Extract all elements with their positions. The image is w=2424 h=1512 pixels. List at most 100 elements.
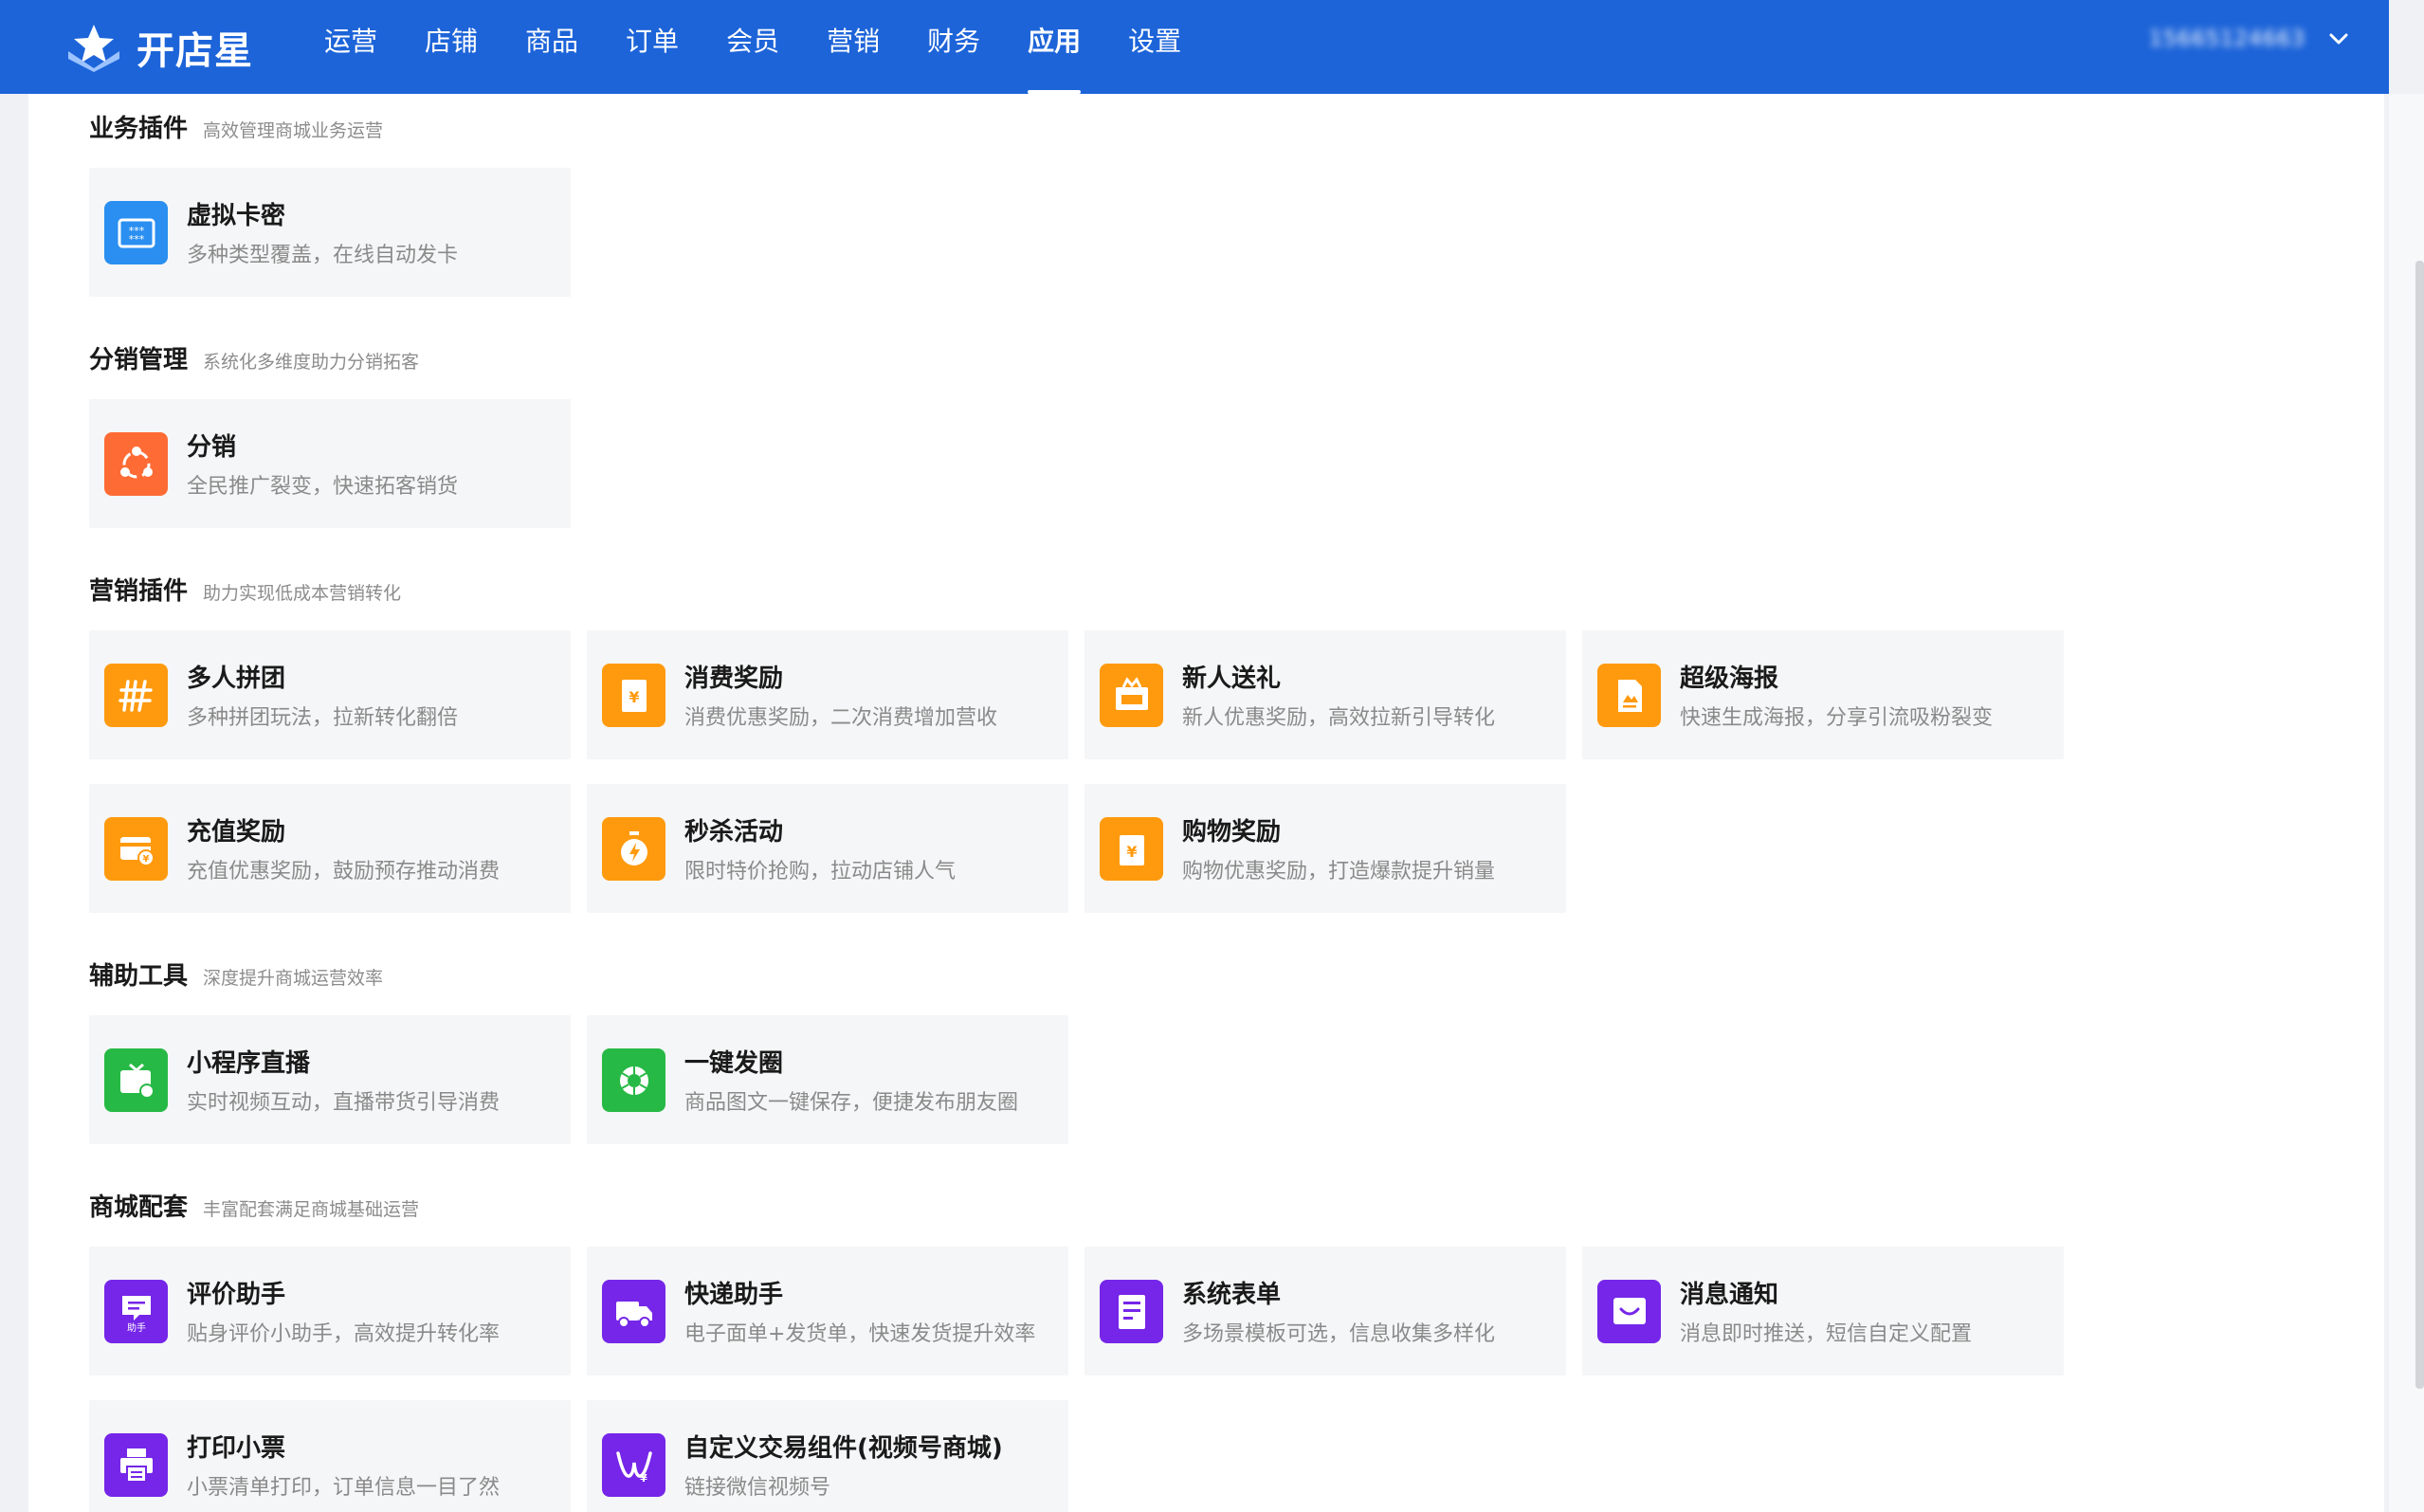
card-new-gift[interactable]: 新人送礼 新人优惠奖励，高效拉新引导转化 <box>1084 630 1566 759</box>
poster-icon <box>1597 664 1661 727</box>
logo-icon <box>68 25 119 72</box>
card-title: 自定义交易组件(视频号商城) <box>684 1434 1003 1463</box>
main-nav: 运营 店铺 商品 订单 会员 营销 财务 应用 设置 <box>324 0 1229 94</box>
card-desc: 链接微信视频号 <box>684 1476 831 1500</box>
card-title: 一键发圈 <box>684 1049 784 1078</box>
card-title: 快递助手 <box>684 1281 784 1309</box>
section-subtitle: 系统化多维度助力分销拓客 <box>203 352 420 373</box>
card-desc: 多场景模板可选，信息收集多样化 <box>1182 1322 1496 1346</box>
card-super-poster[interactable]: 超级海报 快速生成海报，分享引流吸粉裂变 <box>1582 630 2064 759</box>
section-title: 营销插件 <box>89 577 189 606</box>
user-id: 15665124663 <box>2149 27 2306 51</box>
section-subtitle: 深度提升商城运营效率 <box>203 968 384 989</box>
card-title: 消息通知 <box>1680 1281 1779 1309</box>
brand-name: 开店星 <box>137 29 253 73</box>
top-navbar: 开店星 运营 店铺 商品 订单 会员 营销 财务 应用 设置 156651246… <box>0 0 2389 94</box>
scrollbar-thumb[interactable] <box>2415 261 2424 1389</box>
card-title: 虚拟卡密 <box>187 202 286 230</box>
nav-dingdan[interactable]: 订单 <box>626 0 679 94</box>
section-mall-support: 商城配套 丰富配套满足商城基础运营 助手 评价助手 贴身评价小助手，高效提升转化… <box>89 1188 2064 1512</box>
card-title: 分销 <box>187 433 237 462</box>
nav-yingxiao[interactable]: 营销 <box>827 0 880 94</box>
card-mini-live[interactable]: 小程序直播 实时视频互动，直播带货引导消费 <box>89 1015 571 1144</box>
card-recharge-reward[interactable]: ¥ 充值奖励 充值优惠奖励，鼓励预存推动消费 <box>89 784 571 913</box>
card-title: 秒杀活动 <box>684 818 784 847</box>
nav-yingyong[interactable]: 应用 <box>1028 0 1082 94</box>
card-title: 新人送礼 <box>1182 665 1282 693</box>
card-desc: 消费优惠奖励，二次消费增加营收 <box>684 706 998 730</box>
card-print-receipt[interactable]: 打印小票 小票清单打印，订单信息一目了然 <box>89 1400 571 1512</box>
card-seckill[interactable]: 秒杀活动 限时特价抢购，拉动店铺人气 <box>587 784 1068 913</box>
card-desc: 实时视频互动，直播带货引导消费 <box>187 1091 501 1115</box>
card-desc: 全民推广裂变，快速拓客销货 <box>187 475 459 499</box>
card-desc: 多种类型覆盖，在线自动发卡 <box>187 244 459 267</box>
card-express-assistant[interactable]: 快递助手 电子面单+发货单，快速发货提升效率 <box>587 1247 1068 1375</box>
card-group-buy[interactable]: 多人拼团 多种拼团玩法，拉新转化翻倍 <box>89 630 571 759</box>
card-title: 多人拼团 <box>187 665 286 693</box>
nav-shezhi[interactable]: 设置 <box>1128 0 1181 94</box>
card-password-icon: *** *** <box>104 201 168 264</box>
distribution-icon <box>104 432 168 496</box>
card-title: 购物奖励 <box>1182 818 1282 847</box>
shopping-reward-icon: ¥ <box>1100 817 1163 881</box>
card-shopping-reward[interactable]: ¥ 购物奖励 购物优惠奖励，打造爆款提升销量 <box>1084 784 1566 913</box>
section-business-plugins: 业务插件 高效管理商城业务运营 *** *** 虚拟卡密 多种类型覆盖，在线自动发… <box>89 109 571 297</box>
section-title: 业务插件 <box>89 115 189 143</box>
card-title: 小程序直播 <box>187 1049 311 1078</box>
card-moments-share[interactable]: 一键发圈 商品图文一键保存，便捷发布朋友圈 <box>587 1015 1068 1144</box>
section-title: 分销管理 <box>89 346 189 374</box>
card-title: 系统表单 <box>1182 1281 1282 1309</box>
new-gift-icon <box>1100 664 1163 727</box>
section-marketing-plugins: 营销插件 助力实现低成本营销转化 多人拼团 多种拼团玩法，拉新转化翻倍 ¥ 消费… <box>89 572 2064 913</box>
express-truck-icon <box>602 1280 665 1343</box>
card-review-assistant[interactable]: 助手 评价助手 贴身评价小助手，高效提升转化率 <box>89 1247 571 1375</box>
section-title: 辅助工具 <box>89 962 189 991</box>
review-assistant-icon: 助手 <box>104 1280 168 1343</box>
svg-text:¥: ¥ <box>142 854 149 865</box>
card-desc: 快速生成海报，分享引流吸粉裂变 <box>1680 706 1994 730</box>
card-consume-reward[interactable]: ¥ 消费奖励 消费优惠奖励，二次消费增加营收 <box>587 630 1068 759</box>
card-distribution[interactable]: 分销 全民推广裂变，快速拓客销货 <box>89 399 571 528</box>
svg-text:¥: ¥ <box>1126 843 1137 861</box>
svg-text:***: *** <box>128 233 144 246</box>
brand-logo[interactable]: 开店星 <box>64 21 253 74</box>
card-system-form[interactable]: 系统表单 多场景模板可选，信息收集多样化 <box>1084 1247 1566 1375</box>
card-title: 充值奖励 <box>187 818 286 847</box>
svg-text:¥: ¥ <box>629 688 639 706</box>
print-receipt-icon <box>104 1433 168 1497</box>
card-title: 打印小票 <box>187 1434 286 1463</box>
card-desc: 消息即时推送，短信自定义配置 <box>1680 1322 1973 1346</box>
card-custom-trade-component[interactable]: ¥ 自定义交易组件(视频号商城) 链接微信视频号 <box>587 1400 1068 1512</box>
card-title: 消费奖励 <box>684 665 784 693</box>
nav-yunying[interactable]: 运营 <box>324 0 377 94</box>
card-desc: 购物优惠奖励，打造爆款提升销量 <box>1182 860 1496 884</box>
svg-text:¥: ¥ <box>640 1472 647 1485</box>
card-desc: 小票清单打印，订单信息一目了然 <box>187 1476 501 1500</box>
message-notify-icon <box>1597 1280 1661 1343</box>
section-subtitle: 丰富配套满足商城基础运营 <box>203 1199 420 1220</box>
nav-caiwu[interactable]: 财务 <box>927 0 980 94</box>
card-desc: 多种拼团玩法，拉新转化翻倍 <box>187 706 459 730</box>
nav-shangpin[interactable]: 商品 <box>525 0 578 94</box>
card-message-notify[interactable]: 消息通知 消息即时推送，短信自定义配置 <box>1582 1247 2064 1375</box>
section-assist-tools: 辅助工具 深度提升商城运营效率 小程序直播 实时视频互动，直播带货引导消费 一键… <box>89 956 1068 1144</box>
live-broadcast-icon <box>104 1048 168 1112</box>
nav-dianpu[interactable]: 店铺 <box>425 0 478 94</box>
app-center: 业务插件 高效管理商城业务运营 *** *** 虚拟卡密 多种类型覆盖，在线自动发… <box>28 94 2384 1512</box>
chevron-down-icon <box>2329 33 2348 45</box>
user-menu[interactable]: 15665124663 <box>2149 27 2351 51</box>
video-channel-icon: ¥ <box>602 1433 665 1497</box>
card-virtual-card[interactable]: *** *** 虚拟卡密 多种类型覆盖，在线自动发卡 <box>89 168 571 297</box>
card-desc: 充值优惠奖励，鼓励预存推动消费 <box>187 860 501 884</box>
nav-huiyuan[interactable]: 会员 <box>726 0 779 94</box>
seckill-icon <box>602 817 665 881</box>
card-title: 超级海报 <box>1680 665 1779 693</box>
system-form-icon <box>1100 1280 1163 1343</box>
group-buy-icon <box>104 664 168 727</box>
card-desc: 限时特价抢购，拉动店铺人气 <box>684 860 957 884</box>
card-desc: 新人优惠奖励，高效拉新引导转化 <box>1182 706 1496 730</box>
section-title: 商城配套 <box>89 1193 189 1222</box>
card-desc: 贴身评价小助手，高效提升转化率 <box>187 1322 501 1346</box>
card-desc: 电子面单+发货单，快速发货提升效率 <box>684 1322 1036 1346</box>
section-distribution: 分销管理 系统化多维度助力分销拓客 分销 全民推广裂变，快速拓客销货 <box>89 340 571 528</box>
